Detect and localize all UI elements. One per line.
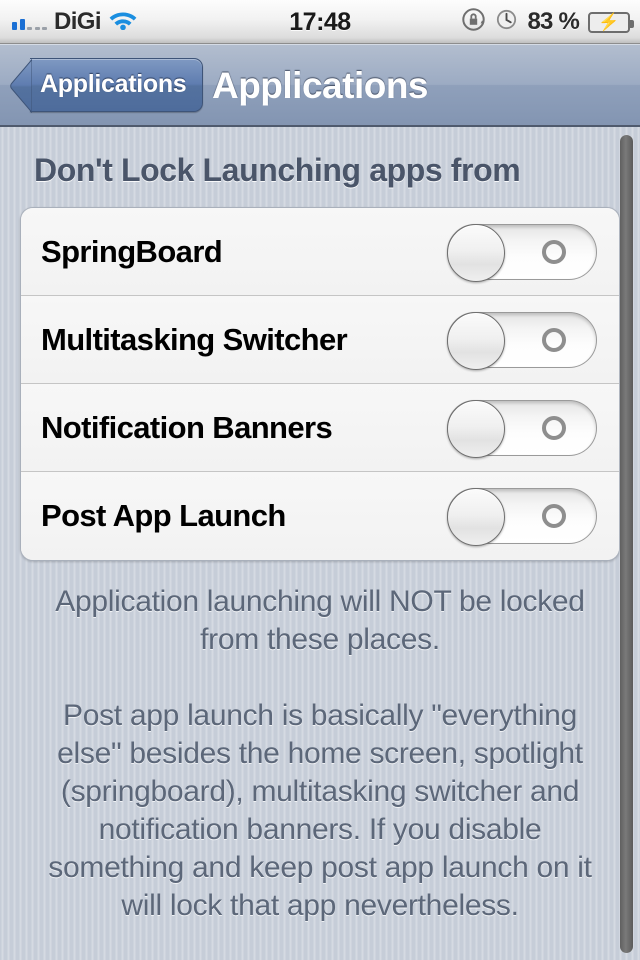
vertical-scrollbar[interactable]: [620, 135, 633, 953]
carrier-label: DiGi: [54, 7, 102, 35]
toggle-notification-banners[interactable]: [447, 399, 597, 458]
toggle-post-app-launch[interactable]: [447, 488, 597, 546]
charging-bolt-icon: ⚡: [598, 12, 620, 32]
clock-label: 17:48: [289, 7, 351, 36]
row-label-post-app-launch: Post App Launch: [41, 498, 286, 533]
toggle-multitasking-switcher[interactable]: [447, 311, 597, 370]
wifi-icon: [108, 8, 138, 35]
battery-icon: ⚡: [588, 11, 634, 33]
settings-table: SpringBoard Multitasking Switcher Notifi…: [20, 207, 620, 561]
status-bar-left: DiGi: [0, 8, 138, 36]
alarm-clock-icon: [495, 8, 518, 36]
back-button[interactable]: Applications: [10, 57, 204, 113]
table-row[interactable]: Post App Launch: [21, 472, 619, 560]
phone-screen: DiGi 17:48 83 % ⚡ Applications Applicati…: [0, 0, 640, 960]
toggle-off-mark-icon: [542, 504, 566, 528]
table-row[interactable]: Multitasking Switcher: [21, 296, 619, 384]
row-label-notification-banners: Notification Banners: [41, 409, 333, 445]
status-bar: DiGi 17:48 83 % ⚡: [0, 0, 640, 44]
toggle-off-mark-icon: [542, 327, 566, 352]
status-bar-right: 83 % ⚡: [461, 0, 634, 44]
footer-text-primary: Application launching will NOT be locked…: [55, 585, 585, 656]
toggle-off-mark-icon: [542, 239, 566, 264]
back-button-label: Applications: [40, 70, 187, 98]
section-header: Don't Lock Launching apps from: [34, 152, 521, 188]
table-row[interactable]: SpringBoard: [21, 208, 619, 296]
toggle-knob: [447, 488, 505, 546]
rotation-lock-icon: [461, 7, 486, 37]
settings-content: Don't Lock Launching apps from SpringBoa…: [0, 127, 640, 960]
back-arrow-icon: [10, 58, 32, 113]
toggle-knob: [447, 223, 505, 282]
footer-text-secondary: Post app launch is basically "everything…: [48, 699, 592, 922]
navigation-bar: Applications Applications: [0, 44, 640, 127]
toggle-springboard[interactable]: [447, 223, 597, 282]
battery-percent-label: 83 %: [527, 8, 579, 35]
toggle-knob: [447, 311, 505, 370]
table-row[interactable]: Notification Banners: [21, 384, 619, 472]
page-title-label: Applications: [211, 64, 429, 106]
toggle-off-mark-icon: [542, 415, 566, 440]
signal-strength-icon: [12, 14, 47, 30]
row-label-springboard: SpringBoard: [41, 233, 223, 269]
toggle-knob: [447, 399, 505, 458]
row-label-multitasking-switcher: Multitasking Switcher: [41, 321, 348, 357]
